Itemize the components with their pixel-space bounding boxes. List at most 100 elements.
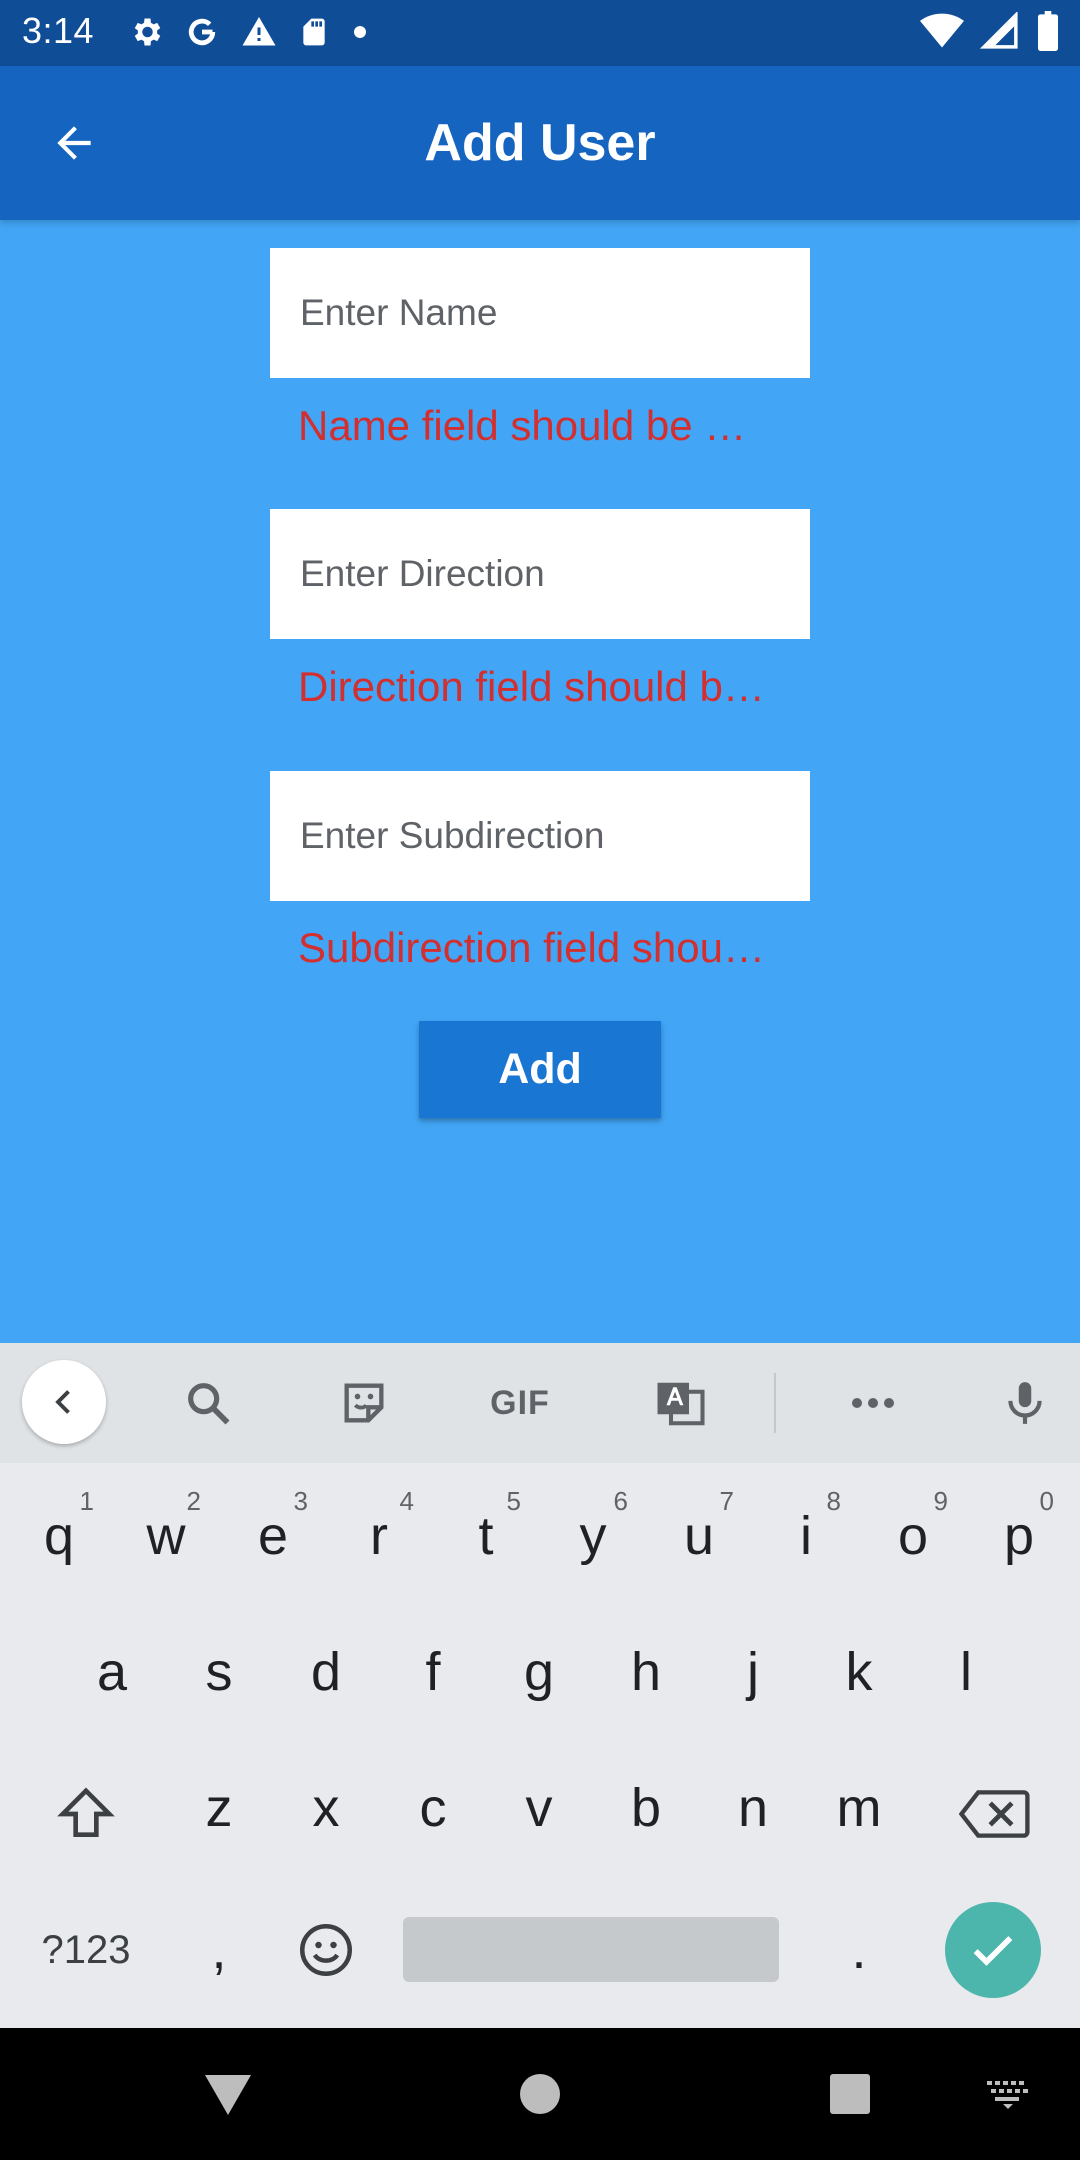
status-left-icons	[128, 14, 370, 54]
back-button[interactable]	[38, 107, 110, 179]
name-input[interactable]	[298, 291, 810, 335]
page-title: Add User	[424, 114, 656, 172]
toolbar-divider	[774, 1373, 776, 1433]
nav-back-button[interactable]	[188, 2054, 268, 2134]
backspace-key[interactable]	[940, 1754, 1050, 1874]
key-hint: 8	[826, 1486, 841, 1516]
sd-card-icon	[298, 14, 330, 55]
key-label: b	[630, 1778, 662, 1838]
key-y[interactable]: y6	[540, 1476, 646, 1596]
keyboard-collapse-button[interactable]	[22, 1360, 106, 1444]
subdirection-error-text: Subdirection field shou…	[298, 924, 765, 971]
key-o[interactable]: o9	[860, 1476, 966, 1596]
key-i[interactable]: i8	[753, 1476, 859, 1596]
name-error-text: Name field should be …	[298, 402, 747, 449]
key-label: e	[257, 1506, 289, 1566]
key-m[interactable]: m	[806, 1748, 912, 1868]
shift-icon	[57, 1787, 115, 1837]
subdirection-field[interactable]	[270, 771, 810, 901]
key-s[interactable]: s	[166, 1612, 272, 1732]
spacebar[interactable]	[403, 1917, 779, 1982]
key-hint: 3	[293, 1486, 308, 1516]
key-hint: 9	[933, 1486, 948, 1516]
key-label: u	[683, 1506, 715, 1566]
emoji-key[interactable]	[273, 1890, 379, 2010]
status-time: 3:14	[22, 10, 95, 51]
add-button[interactable]: Add	[419, 1021, 661, 1118]
keyboard-mic-button[interactable]	[985, 1363, 1065, 1443]
back-triangle-icon	[205, 2075, 251, 2115]
period-key[interactable]: .	[806, 1890, 912, 2010]
keyboard-switch-icon	[987, 2081, 1028, 2109]
key-k[interactable]: k	[806, 1612, 912, 1732]
key-label: i	[800, 1506, 812, 1566]
key-label: c	[419, 1778, 447, 1838]
key-label: r	[370, 1506, 388, 1566]
key-g[interactable]: g	[486, 1612, 592, 1732]
direction-error-text: Direction field should b…	[298, 663, 765, 710]
key-u[interactable]: u7	[646, 1476, 752, 1596]
key-n[interactable]: n	[700, 1748, 806, 1868]
soft-keyboard: GIF q1 w2 e3 r4 t5 y6 u7 i8 o9 p0 a s d …	[0, 1343, 1080, 2028]
keyboard-toolbar: GIF	[0, 1343, 1080, 1463]
emoji-icon	[300, 1924, 352, 1976]
wifi-icon	[920, 12, 964, 55]
keyboard-sticker-button[interactable]	[324, 1363, 404, 1443]
keyboard-translate-button[interactable]	[640, 1363, 720, 1443]
key-label: k	[845, 1642, 873, 1702]
key-hint: 5	[506, 1486, 521, 1516]
key-h[interactable]: h	[593, 1612, 699, 1732]
key-label: d	[310, 1642, 342, 1702]
direction-input[interactable]	[298, 552, 810, 596]
direction-field[interactable]	[270, 509, 810, 639]
key-label: .	[851, 1920, 867, 1980]
key-label: s	[205, 1642, 233, 1702]
key-label: g	[523, 1642, 555, 1702]
enter-key[interactable]	[945, 1902, 1041, 1998]
key-j[interactable]: j	[700, 1612, 806, 1732]
key-label: x	[312, 1778, 340, 1838]
keyboard-switch-button[interactable]	[968, 2054, 1048, 2134]
home-circle-icon	[520, 2074, 560, 2114]
key-l[interactable]: l	[913, 1612, 1019, 1732]
key-p[interactable]: p0	[966, 1476, 1072, 1596]
key-a[interactable]: a	[59, 1612, 165, 1732]
status-right-icons	[920, 10, 1060, 55]
key-label: q	[43, 1506, 75, 1566]
gear-icon	[128, 14, 164, 55]
key-label: z	[205, 1778, 233, 1838]
key-label: y	[579, 1506, 607, 1566]
comma-key[interactable]: ,	[166, 1890, 272, 2010]
subdirection-input[interactable]	[298, 814, 810, 858]
keyboard-search-button[interactable]	[168, 1363, 248, 1443]
symbols-key[interactable]: ?123	[26, 1890, 146, 2010]
key-t[interactable]: t5	[433, 1476, 539, 1596]
key-z[interactable]: z	[166, 1748, 272, 1868]
key-label: a	[96, 1642, 128, 1702]
key-f[interactable]: f	[380, 1612, 486, 1732]
shift-key[interactable]	[31, 1754, 141, 1874]
key-q[interactable]: q1	[6, 1476, 112, 1596]
key-c[interactable]: c	[380, 1748, 486, 1868]
key-label: p	[1003, 1506, 1035, 1566]
name-field[interactable]	[270, 248, 810, 378]
key-b[interactable]: b	[593, 1748, 699, 1868]
app-bar: Add User	[0, 66, 1080, 220]
nav-recents-button[interactable]	[810, 2054, 890, 2134]
key-label: m	[836, 1778, 882, 1838]
key-r[interactable]: r4	[326, 1476, 432, 1596]
warning-icon	[240, 14, 278, 55]
nav-home-button[interactable]	[500, 2054, 580, 2134]
key-hint: 0	[1039, 1486, 1054, 1516]
key-e[interactable]: e3	[220, 1476, 326, 1596]
key-x[interactable]: x	[273, 1748, 379, 1868]
keyboard-more-button[interactable]	[833, 1363, 913, 1443]
keyboard-gif-button[interactable]: GIF	[480, 1363, 560, 1443]
google-g-icon	[184, 14, 220, 55]
key-w[interactable]: w2	[113, 1476, 219, 1596]
key-v[interactable]: v	[486, 1748, 592, 1868]
key-hint: 4	[399, 1486, 414, 1516]
check-icon	[973, 1936, 1013, 1966]
key-hint: 6	[613, 1486, 628, 1516]
key-d[interactable]: d	[273, 1612, 379, 1732]
